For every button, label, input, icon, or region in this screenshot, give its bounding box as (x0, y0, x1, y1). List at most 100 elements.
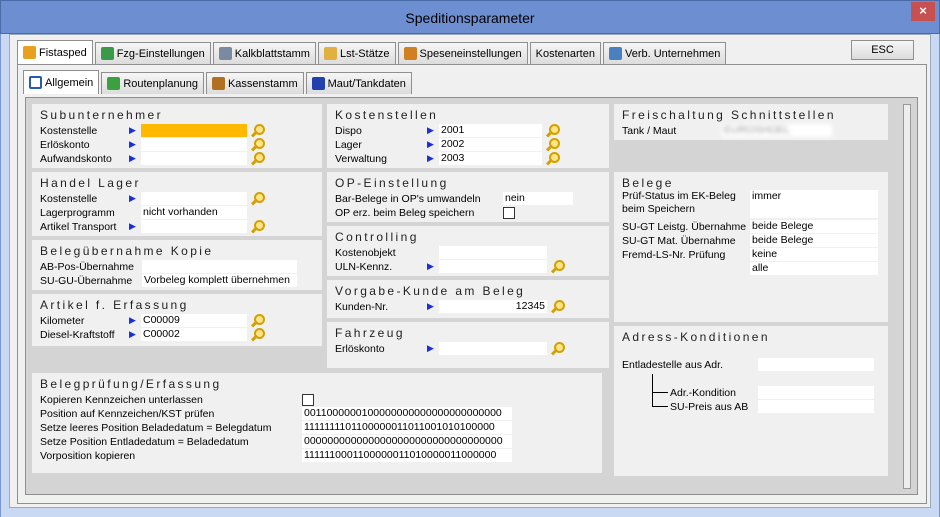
group-title: Belegübernahme Kopie (40, 244, 214, 258)
tab-fzg-einstellungen[interactable]: Fzg-Einstellungen (94, 42, 211, 64)
verwaltung-input[interactable]: 2003 (439, 152, 542, 165)
group-belegpruefung: Belegprüfung/Erfassung Kopieren Kennzeic… (32, 373, 602, 473)
row-erloeskonto: Erlöskonto ▶ (40, 138, 265, 151)
erloeskonto-input[interactable] (439, 342, 547, 355)
pruef-status-field[interactable]: immer (750, 190, 878, 218)
su-preis-field[interactable] (758, 400, 874, 413)
group-kostenstellen: Kostenstellen Dispo ▶ 2001 Lager ▶ 2002 … (327, 104, 609, 168)
row-op-erz: OP erz. beim Beleg speichern (335, 206, 515, 219)
key-icon[interactable] (248, 152, 265, 165)
key-icon[interactable] (248, 192, 265, 205)
row-uln-kennz: ULN-Kennz. ▶ (335, 260, 565, 273)
tab-label: Kostenarten (535, 47, 595, 60)
tab-allgemein[interactable]: Allgemein (23, 70, 100, 94)
group-title: Vorgabe-Kunde am Beleg (335, 284, 526, 298)
row-mat-uebernahme: SU-GT Mat. Übernahme beide Belege (622, 234, 878, 247)
tab-lst-staetze[interactable]: Lst-Stätze (317, 42, 396, 64)
key-icon[interactable] (543, 124, 560, 137)
row-diesel: Diesel-Kraftstoff ▶ C00002 (40, 328, 265, 341)
tab-kostenarten[interactable]: Kostenarten (529, 42, 601, 64)
leistg-uebernahme-field[interactable]: beide Belege (750, 220, 878, 233)
vorposition-field[interactable]: 1111110001100000011010000011000000 (302, 449, 512, 462)
row-beladedatum: Setze leeres Position Beladedatum = Bele… (40, 421, 512, 434)
entladedatum-field[interactable]: 0000000000000000000000000000000000 (302, 435, 512, 448)
window-icon (29, 76, 42, 89)
bar-belege-field[interactable]: nein (503, 192, 573, 205)
truck-icon (100, 47, 114, 60)
tab-label: Lst-Stätze (339, 47, 390, 60)
vertical-scrollbar[interactable] (903, 104, 911, 489)
key-icon[interactable] (248, 314, 265, 327)
key-icon[interactable] (248, 220, 265, 233)
uln-kennz-input[interactable] (439, 260, 547, 273)
key-icon[interactable] (548, 260, 565, 273)
row-artikel-transport: Artikel Transport ▶ (40, 220, 265, 233)
kilometer-input[interactable]: C00009 (141, 314, 247, 327)
tab-speseneinstellungen[interactable]: Speseneinstellungen (397, 42, 528, 64)
key-icon[interactable] (548, 342, 565, 355)
row-adr-kondition: Adr.-Kondition (670, 386, 874, 399)
group-fahrzeug: Fahrzeug Erlöskonto ▶ (327, 322, 609, 368)
tab-maut-tankdaten[interactable]: Maut/Tankdaten (305, 72, 412, 94)
field-label: Erlöskonto (335, 342, 385, 355)
arrow-icon: ▶ (427, 261, 434, 271)
group-title: Belegprüfung/Erfassung (40, 377, 222, 391)
ab-pos-field[interactable] (142, 260, 297, 273)
key-icon[interactable] (543, 138, 560, 151)
alle-field[interactable]: alle (750, 262, 878, 275)
row-kunden-nr: Kunden-Nr. ▶ 12345 (335, 300, 565, 313)
fremd-ls-field[interactable]: keine (750, 248, 878, 261)
tab-routenplanung[interactable]: Routenplanung (101, 72, 204, 94)
group-title: Belege (622, 176, 674, 190)
field-label: Entladestelle aus Adr. (622, 358, 723, 371)
esc-button[interactable]: ESC (851, 40, 914, 60)
op-erz-checkbox[interactable] (503, 206, 515, 219)
row-kostenstelle: Kostenstelle ▶ (40, 124, 265, 137)
kopieren-kennzeichen-checkbox[interactable] (302, 393, 314, 406)
kunden-nr-input[interactable]: 12345 (439, 300, 547, 313)
diesel-input[interactable]: C00002 (141, 328, 247, 341)
tab-fistasped[interactable]: Fistasped (17, 40, 93, 64)
key-icon[interactable] (248, 124, 265, 137)
tank-maut-field[interactable]: EUROSHOEL (722, 124, 832, 137)
key-icon[interactable] (548, 300, 565, 313)
kostenobjekt-field[interactable] (439, 246, 547, 259)
kostenstelle-input[interactable] (141, 124, 247, 137)
dispo-input[interactable]: 2001 (439, 124, 542, 137)
beladedatum-field[interactable]: 1111111101100000011011001010100000 (302, 421, 512, 434)
kostenstelle-input[interactable] (141, 192, 247, 205)
erloeskonto-input[interactable] (141, 138, 247, 151)
artikel-transport-input[interactable] (141, 220, 247, 233)
tab-kassenstamm[interactable]: Kassenstamm (205, 72, 304, 94)
key-icon[interactable] (248, 138, 265, 151)
field-label: Kunden-Nr. (335, 300, 389, 313)
aufwandskonto-input[interactable] (141, 152, 247, 165)
field-label: Lager (335, 138, 362, 151)
key-icon[interactable] (248, 328, 265, 341)
window-titlebar[interactable]: Speditionsparameter × (0, 0, 940, 34)
close-button[interactable]: × (911, 2, 935, 21)
field-label: Kilometer (40, 314, 85, 327)
adr-kondition-field[interactable] (758, 386, 874, 399)
field-label: ULN-Kennz. (335, 260, 393, 273)
group-title: OP-Einstellung (335, 176, 449, 190)
mat-uebernahme-field[interactable]: beide Belege (750, 234, 878, 247)
arrow-icon: ▶ (129, 315, 136, 325)
lager-input[interactable]: 2002 (439, 138, 542, 151)
arrow-icon: ▶ (129, 221, 136, 231)
tab-label: Kassenstamm (227, 77, 298, 90)
tab-kalkblattstamm[interactable]: Kalkblattstamm (212, 42, 316, 64)
window-title: Speditionsparameter (405, 10, 535, 26)
entladestelle-field[interactable] (758, 358, 874, 371)
su-gu-field[interactable]: Vorbeleg komplett übernehmen (142, 274, 297, 287)
row-pruef-status: Prüf-Status im EK-Beleg beim Speichern i… (622, 190, 878, 218)
field-label: Erlöskonto (40, 138, 90, 151)
tab-verb-unternehmen[interactable]: Verb. Unternehmen (602, 42, 727, 64)
row-su-preis: SU-Preis aus AB (670, 400, 874, 413)
position-pruefen-field[interactable]: 0011000000100000000000000000000000 (302, 407, 512, 420)
field-label: Bar-Belege in OP's umwandeln (335, 192, 481, 205)
field-label: Verwaltung (335, 152, 387, 165)
key-icon[interactable] (543, 152, 560, 165)
lagerprogramm-field[interactable]: nicht vorhanden (141, 206, 247, 219)
field-label: Vorposition kopieren (40, 449, 136, 462)
